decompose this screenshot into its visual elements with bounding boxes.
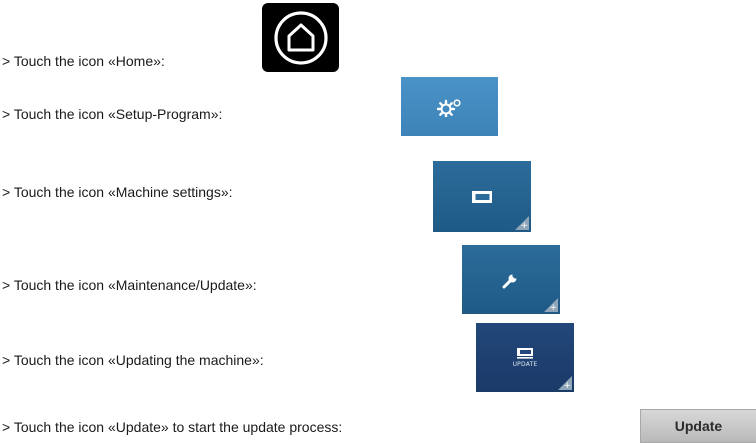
- step-machine-settings-text: > Touch the icon «Machine settings»:: [2, 184, 233, 200]
- updating-machine-tile[interactable]: UPDATE +: [476, 323, 574, 392]
- machine-settings-tile[interactable]: +: [433, 161, 531, 232]
- step-update-text: > Touch the icon «Update» to start the u…: [2, 419, 343, 435]
- machine-icon: [472, 190, 492, 203]
- setup-program-tile[interactable]: [401, 77, 498, 136]
- home-icon: [273, 10, 328, 65]
- machine-update-icon: [517, 348, 533, 359]
- plus-icon: +: [549, 303, 557, 313]
- update-button[interactable]: Update: [640, 409, 756, 443]
- plus-icon: +: [563, 381, 571, 391]
- home-button[interactable]: [262, 3, 339, 72]
- step-maintenance-update-text: > Touch the icon «Maintenance/Update»:: [2, 277, 257, 293]
- wrench-icon: [502, 274, 517, 288]
- maintenance-update-tile[interactable]: +: [462, 245, 560, 314]
- step-updating-machine-text: > Touch the icon «Updating the machine»:: [2, 352, 264, 368]
- step-setup-program-text: > Touch the icon «Setup-Program»:: [2, 106, 223, 122]
- gears-icon: [436, 98, 461, 117]
- plus-icon: +: [520, 221, 528, 231]
- step-home-text: > Touch the icon «Home»:: [2, 53, 165, 69]
- updating-tile-caption: UPDATE: [512, 361, 538, 368]
